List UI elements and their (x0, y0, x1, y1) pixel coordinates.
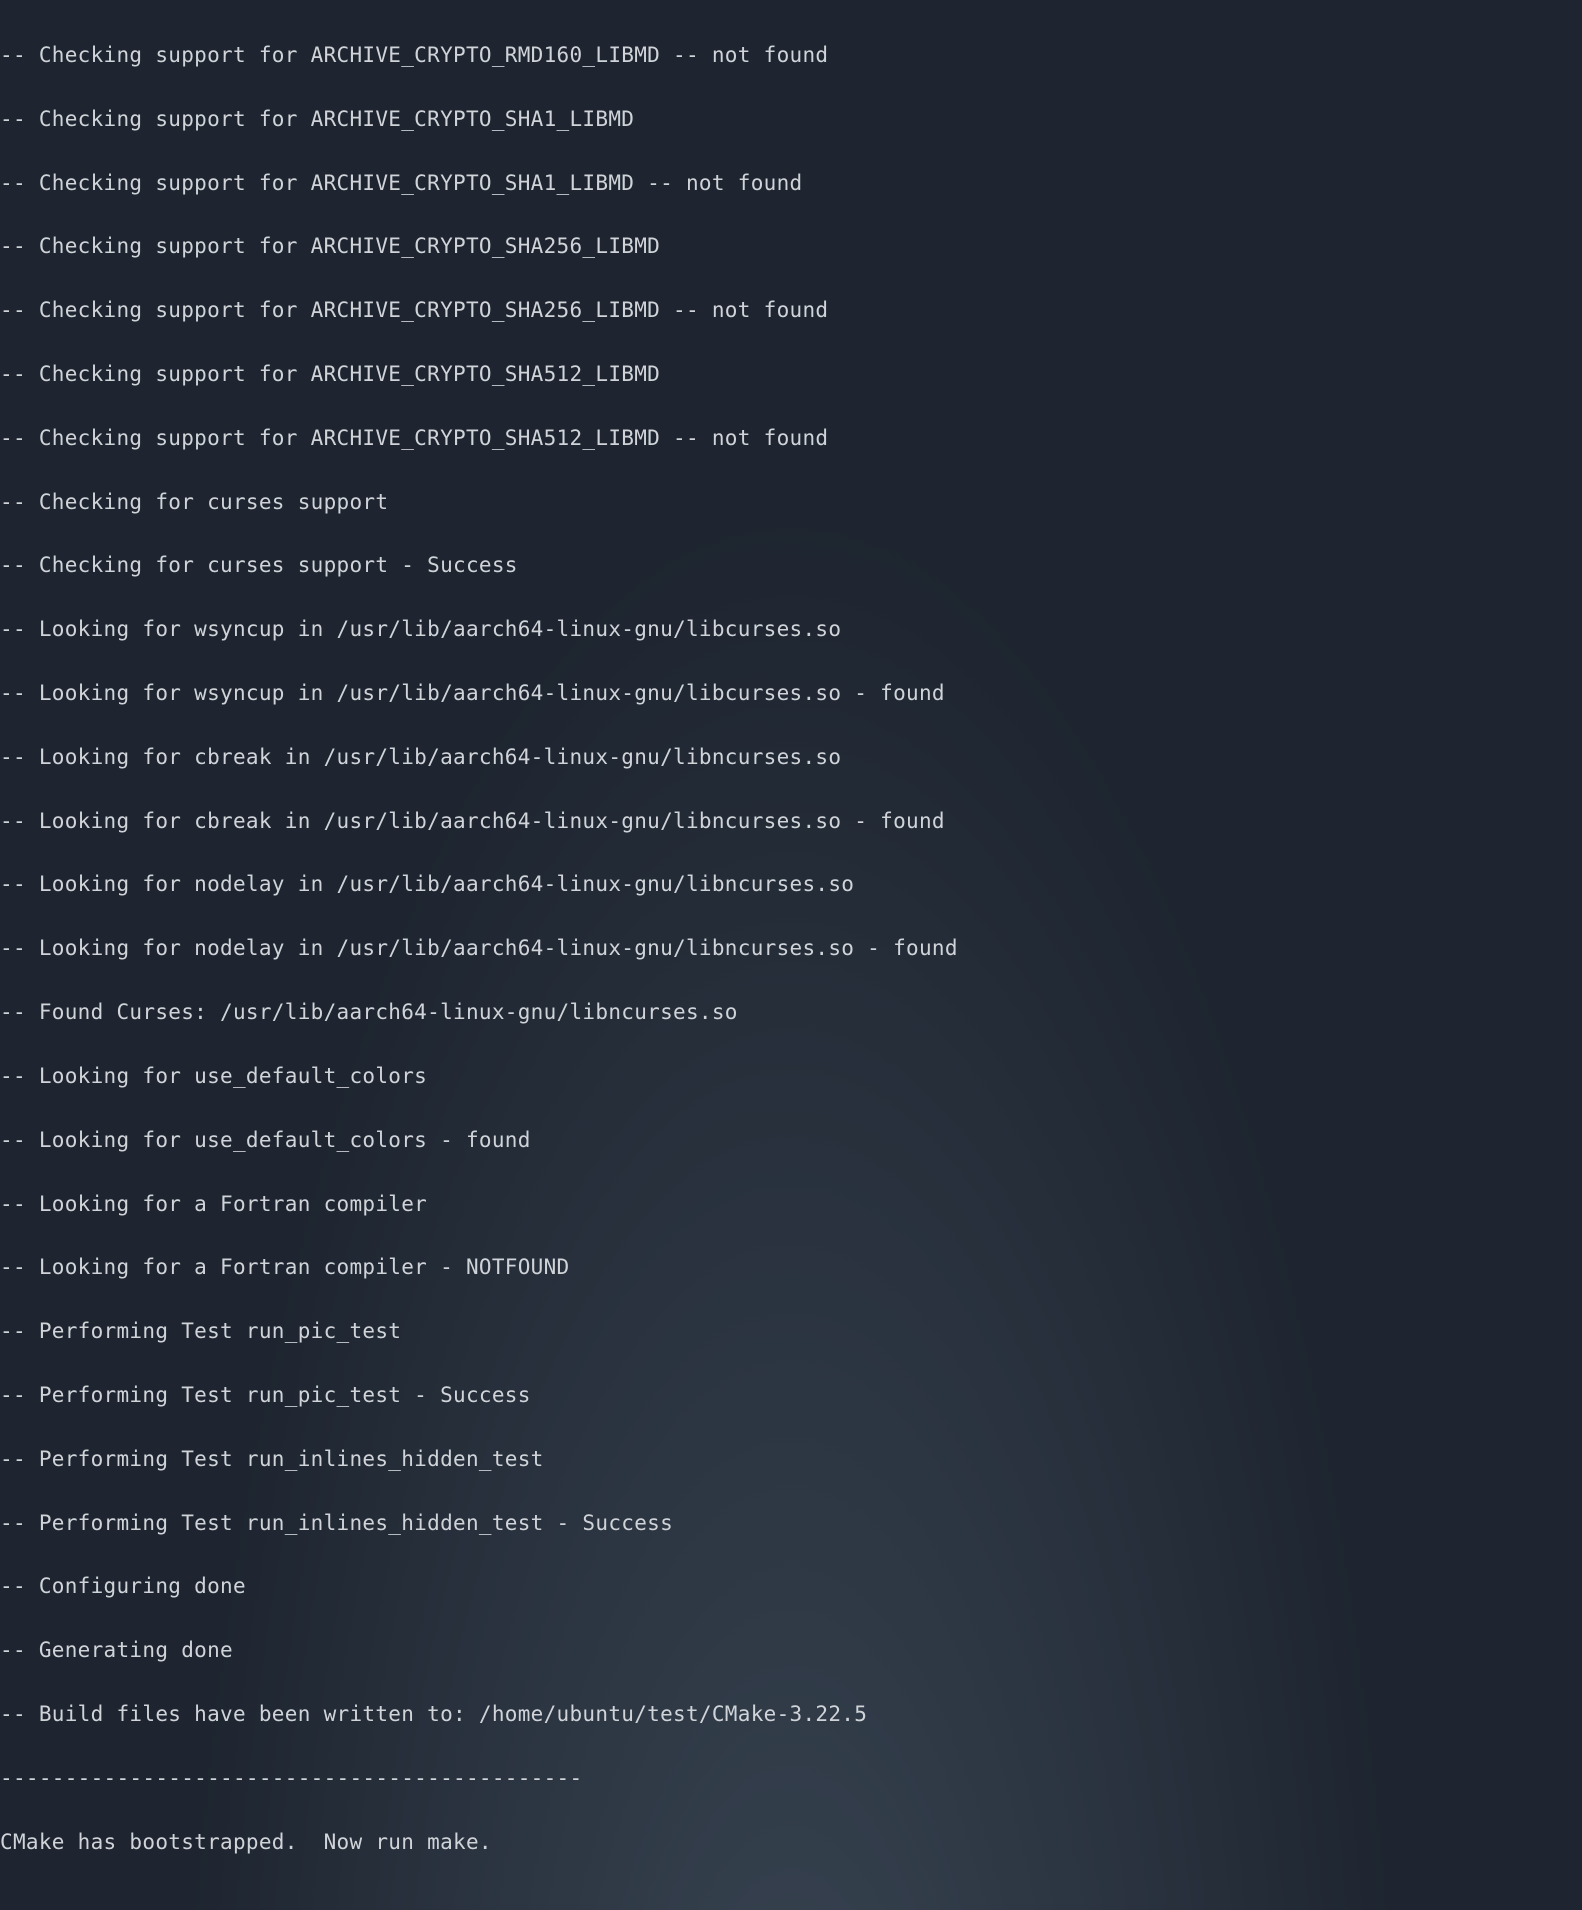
terminal-line: -- Looking for a Fortran compiler - NOTF… (0, 1252, 1582, 1284)
terminal-line: -- Checking support for ARCHIVE_CRYPTO_R… (0, 40, 1582, 72)
terminal-line: -- Checking support for ARCHIVE_CRYPTO_S… (0, 359, 1582, 391)
terminal-line: -- Looking for nodelay in /usr/lib/aarch… (0, 933, 1582, 965)
terminal-line: -- Looking for a Fortran compiler (0, 1189, 1582, 1221)
terminal-line: CMake has bootstrapped. Now run make. (0, 1827, 1582, 1859)
terminal-line: -- Performing Test run_inlines_hidden_te… (0, 1444, 1582, 1476)
terminal-line: -- Checking support for ARCHIVE_CRYPTO_S… (0, 295, 1582, 327)
terminal-line: -- Checking support for ARCHIVE_CRYPTO_S… (0, 168, 1582, 200)
terminal-line: -- Configuring done (0, 1571, 1582, 1603)
terminal-line: -- Looking for use_default_colors - foun… (0, 1125, 1582, 1157)
terminal-line: -- Looking for nodelay in /usr/lib/aarch… (0, 869, 1582, 901)
terminal-line: -- Generating done (0, 1635, 1582, 1667)
terminal-output[interactable]: -- Checking support for ARCHIVE_CRYPTO_R… (0, 0, 1582, 1910)
terminal-line: -- Looking for cbreak in /usr/lib/aarch6… (0, 806, 1582, 838)
terminal-line: -- Looking for use_default_colors (0, 1061, 1582, 1093)
terminal-line: -- Checking support for ARCHIVE_CRYPTO_S… (0, 423, 1582, 455)
terminal-line: -- Looking for wsyncup in /usr/lib/aarch… (0, 678, 1582, 710)
terminal-line: -- Looking for cbreak in /usr/lib/aarch6… (0, 742, 1582, 774)
terminal-line: -- Build files have been written to: /ho… (0, 1699, 1582, 1731)
terminal-line: -- Performing Test run_inlines_hidden_te… (0, 1508, 1582, 1540)
terminal-line: -- Checking for curses support (0, 487, 1582, 519)
terminal-line: -- Checking for curses support - Success (0, 550, 1582, 582)
terminal-line: -- Found Curses: /usr/lib/aarch64-linux-… (0, 997, 1582, 1029)
terminal-line: -- Checking support for ARCHIVE_CRYPTO_S… (0, 231, 1582, 263)
terminal-line: -- Looking for wsyncup in /usr/lib/aarch… (0, 614, 1582, 646)
terminal-line: -- Checking support for ARCHIVE_CRYPTO_S… (0, 104, 1582, 136)
terminal-line: -- Performing Test run_pic_test - Succes… (0, 1380, 1582, 1412)
terminal-line: -- Performing Test run_pic_test (0, 1316, 1582, 1348)
terminal-line: ----------------------------------------… (0, 1763, 1582, 1795)
